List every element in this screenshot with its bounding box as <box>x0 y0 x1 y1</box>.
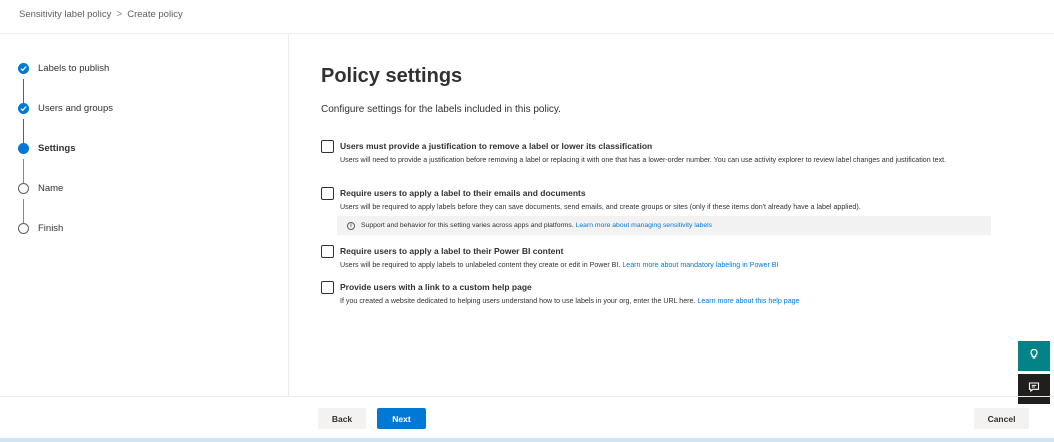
step-label: Finish <box>38 223 64 234</box>
step-label: Users and groups <box>38 103 113 114</box>
info-icon: i <box>347 221 355 230</box>
step-name[interactable]: Name <box>18 183 63 194</box>
option-description: Users will need to provide a justificati… <box>340 156 947 164</box>
step-labels-to-publish[interactable]: Labels to publish <box>18 63 109 74</box>
info-text: Support and behavior for this setting va… <box>361 222 574 229</box>
breadcrumb-separator: > <box>116 9 123 20</box>
step-settings[interactable]: Settings <box>18 143 75 154</box>
mandatory-labeling-checkbox[interactable] <box>321 187 334 200</box>
checkmark-icon <box>18 103 29 114</box>
option-title: Provide users with a link to a custom he… <box>340 282 532 292</box>
help-page-learn-more-link[interactable]: Learn more about this help page <box>697 297 799 305</box>
breadcrumb: Sensitivity label policy > Create policy <box>19 9 183 20</box>
info-message-bar: i Support and behavior for this setting … <box>337 216 991 235</box>
current-step-icon <box>18 143 29 154</box>
back-button[interactable]: Back <box>318 408 366 429</box>
option-description-text: If you created a website dedicated to he… <box>340 297 696 305</box>
step-finish[interactable]: Finish <box>18 223 63 234</box>
power-bi-learn-more-link[interactable]: Learn more about mandatory labeling in P… <box>622 261 778 269</box>
step-connector <box>23 119 24 143</box>
pending-step-icon <box>18 183 29 194</box>
next-button[interactable]: Next <box>377 408 426 429</box>
step-label: Name <box>38 183 64 194</box>
footer-divider <box>0 396 1054 397</box>
breadcrumb-current: Create policy <box>127 9 183 20</box>
step-label: Settings <box>38 143 76 154</box>
option-description-text: Users will be required to apply labels t… <box>340 261 621 269</box>
power-bi-checkbox[interactable] <box>321 245 334 258</box>
option-description: Users will be required to apply labels b… <box>340 203 861 211</box>
checkmark-icon <box>18 63 29 74</box>
step-connector <box>23 79 24 103</box>
pending-step-icon <box>18 223 29 234</box>
step-label: Labels to publish <box>38 63 110 74</box>
option-title: Users must provide a justification to re… <box>340 141 653 151</box>
page-description: Configure settings for the labels includ… <box>321 104 561 115</box>
wizard-sidebar: Labels to publish Users and groups Setti… <box>0 34 289 397</box>
lightbulb-icon <box>1028 347 1040 365</box>
option-title: Require users to apply a label to their … <box>340 188 586 198</box>
info-learn-more-link[interactable]: Learn more about managing sensitivity la… <box>576 222 712 229</box>
cancel-button[interactable]: Cancel <box>974 408 1029 429</box>
bottom-strip <box>0 438 1054 442</box>
feedback-button[interactable] <box>1018 374 1050 404</box>
step-users-and-groups[interactable]: Users and groups <box>18 103 113 114</box>
help-button[interactable] <box>1018 341 1050 371</box>
option-description: Users will be required to apply labels t… <box>340 260 990 270</box>
step-connector <box>23 199 24 223</box>
custom-help-page-checkbox[interactable] <box>321 281 334 294</box>
option-description: If you created a website dedicated to he… <box>340 296 990 306</box>
justification-checkbox[interactable] <box>321 140 334 153</box>
breadcrumb-parent-link[interactable]: Sensitivity label policy <box>19 9 111 20</box>
page-title: Policy settings <box>321 65 463 87</box>
step-connector <box>23 159 24 183</box>
option-title: Require users to apply a label to their … <box>340 246 564 256</box>
